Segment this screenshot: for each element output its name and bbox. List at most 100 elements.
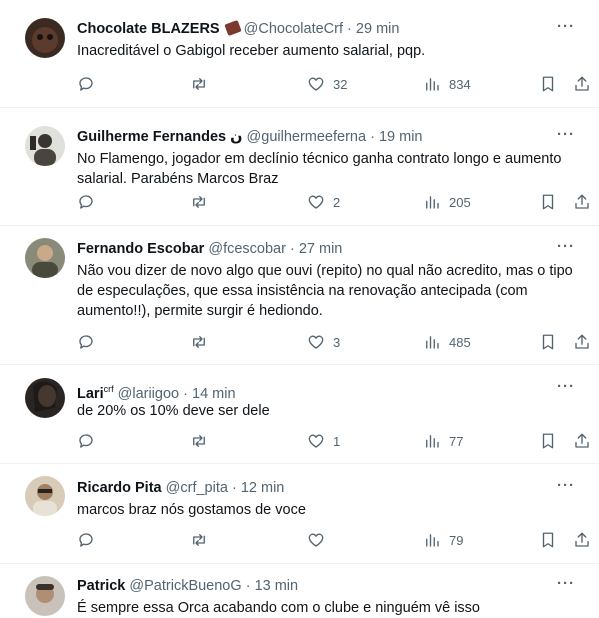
like-button[interactable] bbox=[307, 530, 333, 550]
views-button[interactable]: 79 bbox=[423, 530, 463, 550]
like-count: 1 bbox=[333, 433, 341, 449]
tweet[interactable]: Chocolate BLAZERS @ChocolateCrf · 29 min… bbox=[0, 0, 599, 108]
view-count: 205 bbox=[449, 194, 471, 210]
views-icon bbox=[426, 196, 439, 209]
view-count: 485 bbox=[449, 334, 471, 350]
more-options-icon[interactable]: ··· bbox=[557, 18, 575, 35]
views-button[interactable]: 834 bbox=[423, 74, 471, 94]
like-button[interactable]: 2 bbox=[307, 192, 340, 212]
like-button[interactable]: 3 bbox=[307, 332, 340, 352]
display-name[interactable]: Fernando Escobar bbox=[77, 241, 204, 257]
avatar[interactable] bbox=[25, 576, 65, 616]
avatar[interactable] bbox=[25, 126, 65, 166]
more-options-icon[interactable]: ··· bbox=[557, 575, 575, 592]
tweet[interactable]: Ricardo Pita @crf_pita · 12 min ··· marc… bbox=[0, 464, 599, 564]
avatar[interactable] bbox=[25, 476, 65, 516]
bookmark-icon bbox=[542, 76, 554, 92]
separator-dot: · bbox=[347, 21, 352, 37]
bookmark-button[interactable] bbox=[539, 74, 557, 94]
reply-button[interactable] bbox=[77, 431, 103, 451]
reply-icon bbox=[79, 533, 93, 547]
bookmark-button[interactable] bbox=[539, 431, 557, 451]
tweet-header: Chocolate BLAZERS @ChocolateCrf · 29 min bbox=[77, 19, 585, 38]
tweet-text: Inacreditável o Gabigol receber aumento … bbox=[77, 43, 426, 59]
share-button[interactable] bbox=[573, 332, 591, 352]
timestamp[interactable]: 13 min bbox=[255, 578, 299, 594]
user-handle[interactable]: @crf_pita bbox=[166, 480, 228, 496]
timestamp[interactable]: 19 min bbox=[379, 129, 423, 145]
timestamp[interactable]: 14 min bbox=[192, 386, 236, 402]
reply-button[interactable] bbox=[77, 192, 103, 212]
views-button[interactable]: 205 bbox=[423, 192, 471, 212]
user-handle[interactable]: @lariigoo bbox=[118, 386, 179, 402]
bookmark-icon bbox=[542, 194, 554, 210]
retweet-button[interactable] bbox=[190, 192, 216, 212]
retweet-button[interactable] bbox=[190, 332, 216, 352]
user-handle[interactable]: @guilhermeeferna bbox=[247, 129, 367, 145]
display-name[interactable]: Guilherme Fernandes bbox=[77, 129, 226, 145]
retweet-button[interactable] bbox=[190, 530, 216, 550]
reply-button[interactable] bbox=[77, 74, 103, 94]
tweet[interactable]: Fernando Escobar @fcescobar · 27 min ···… bbox=[0, 226, 599, 365]
reply-button[interactable] bbox=[77, 530, 103, 550]
bookmark-button[interactable] bbox=[539, 332, 557, 352]
share-button[interactable] bbox=[573, 74, 591, 94]
separator-dot: · bbox=[183, 385, 188, 402]
avatar[interactable] bbox=[25, 18, 65, 58]
display-name[interactable]: Lari bbox=[77, 386, 104, 402]
user-handle[interactable]: @fcescobar bbox=[208, 241, 286, 257]
more-options-icon[interactable]: ··· bbox=[557, 477, 575, 494]
retweet-icon bbox=[193, 78, 205, 90]
like-button[interactable]: 1 bbox=[307, 431, 340, 451]
bookmark-button[interactable] bbox=[539, 530, 557, 550]
tweet-header: Guilherme Fernandes ن @guilhermeeferna ·… bbox=[77, 128, 585, 146]
tweet[interactable]: Guilherme Fernandes ن @guilhermeeferna ·… bbox=[0, 108, 599, 226]
like-count: 32 bbox=[333, 76, 348, 92]
display-name[interactable]: Patrick bbox=[77, 578, 125, 594]
reply-button[interactable] bbox=[77, 332, 103, 352]
retweet-button[interactable] bbox=[190, 74, 216, 94]
reply-icon bbox=[79, 77, 93, 91]
timestamp[interactable]: 27 min bbox=[299, 241, 343, 257]
views-button[interactable]: 77 bbox=[423, 431, 463, 451]
tweet-text: de 20% os 10% deve ser dele bbox=[77, 403, 270, 419]
tweet[interactable]: Patrick @PatrickBuenoG · 13 min ··· É se… bbox=[0, 564, 599, 616]
retweet-icon bbox=[193, 336, 205, 348]
share-icon bbox=[575, 334, 589, 349]
share-button[interactable] bbox=[573, 192, 591, 212]
avatar[interactable] bbox=[25, 378, 65, 418]
separator-dot: · bbox=[289, 241, 295, 257]
user-handle[interactable]: @PatrickBuenoG bbox=[129, 578, 241, 594]
tweet[interactable]: Laricrf @lariigoo · 14 min ··· de 20% os… bbox=[0, 365, 599, 464]
like-button[interactable]: 32 bbox=[307, 74, 347, 94]
avatar[interactable] bbox=[25, 238, 65, 278]
tweet-actions: 79 bbox=[77, 530, 589, 550]
timestamp[interactable]: 12 min bbox=[241, 480, 285, 496]
views-button[interactable]: 485 bbox=[423, 332, 471, 352]
more-options-icon[interactable]: ··· bbox=[557, 126, 575, 143]
bookmark-icon bbox=[542, 433, 554, 449]
more-options-icon[interactable]: ··· bbox=[557, 378, 575, 395]
view-count: 834 bbox=[449, 76, 471, 92]
share-icon bbox=[575, 76, 589, 91]
retweet-button[interactable] bbox=[190, 431, 216, 451]
tweet-text: É sempre essa Orca acabando com o clube … bbox=[77, 600, 480, 616]
timestamp[interactable]: 29 min bbox=[356, 21, 400, 37]
display-name[interactable]: Chocolate BLAZERS bbox=[77, 21, 220, 37]
separator-dot: · bbox=[245, 578, 251, 594]
more-options-icon[interactable]: ··· bbox=[557, 238, 575, 255]
bookmark-icon bbox=[542, 532, 554, 548]
tweet-text: marcos braz nós gostamos de voce bbox=[77, 502, 306, 518]
tweet-actions: 2 205 bbox=[77, 192, 589, 212]
share-icon bbox=[575, 194, 589, 209]
view-count: 79 bbox=[449, 532, 464, 548]
user-handle[interactable]: @ChocolateCrf bbox=[244, 21, 343, 37]
display-name[interactable]: Ricardo Pita bbox=[77, 480, 162, 496]
share-button[interactable] bbox=[573, 530, 591, 550]
share-button[interactable] bbox=[573, 431, 591, 451]
retweet-icon bbox=[193, 196, 205, 208]
tweet-actions: 32 834 bbox=[77, 74, 589, 94]
tweet-header: Patrick @PatrickBuenoG · 13 min bbox=[77, 577, 585, 595]
views-icon bbox=[426, 435, 439, 448]
bookmark-button[interactable] bbox=[539, 192, 557, 212]
